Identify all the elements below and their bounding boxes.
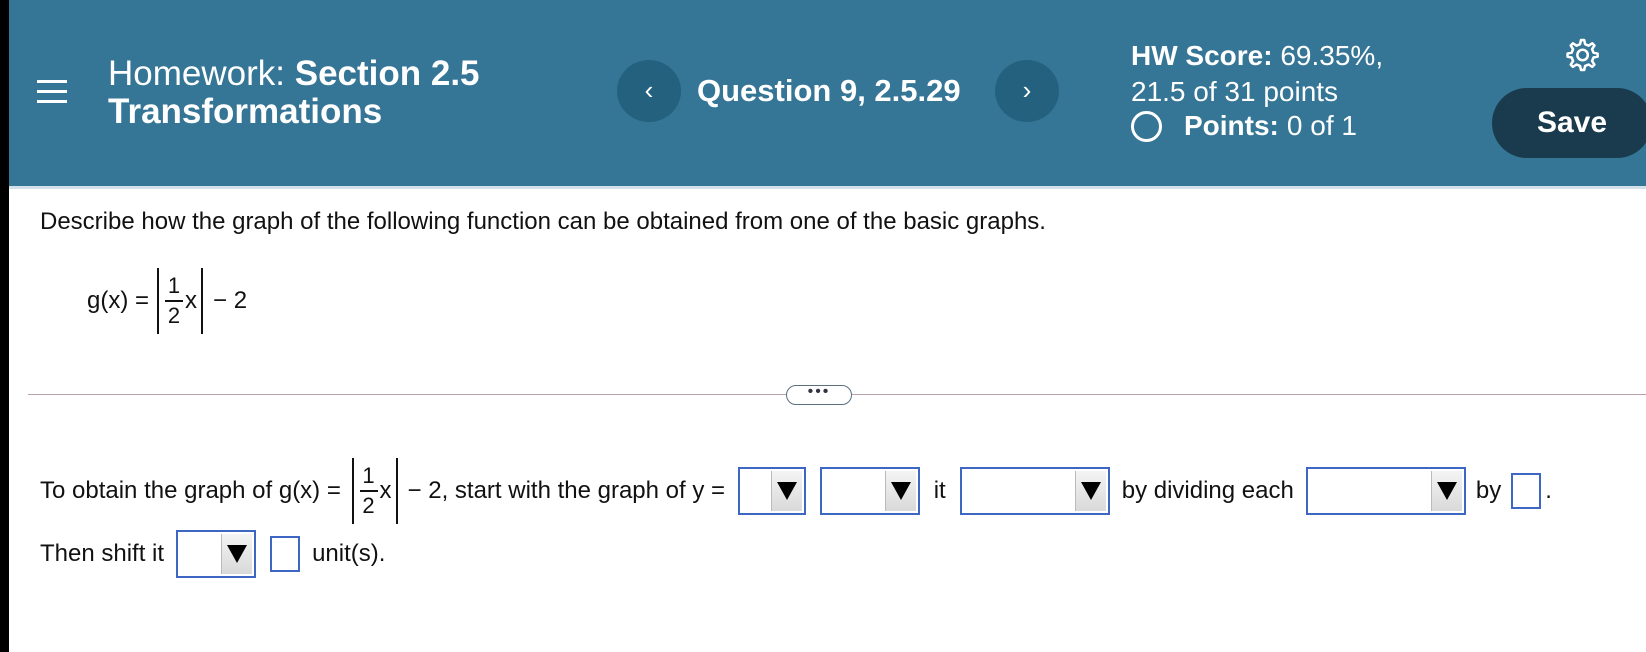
fraction: 1 2 bbox=[359, 463, 378, 518]
points-status: Points: 0 of 1 bbox=[1131, 110, 1357, 142]
next-question-button[interactable]: › bbox=[995, 60, 1059, 122]
dropdown-arrow-icon bbox=[1074, 471, 1106, 511]
points-value: 0 of 1 bbox=[1286, 110, 1357, 141]
score-value: 69.35%, bbox=[1280, 40, 1384, 71]
word-by-dividing: by dividing each bbox=[1121, 477, 1294, 504]
points-label: Points: bbox=[1184, 110, 1279, 141]
row2-tail: unit(s). bbox=[312, 540, 386, 567]
left-edge-bar bbox=[0, 0, 9, 652]
abs-bar-right bbox=[395, 458, 398, 524]
hw-score: HW Score: 69.35%, 21.5 of 31 points bbox=[1131, 38, 1383, 110]
fraction: 1 2 bbox=[165, 273, 184, 328]
empty-circle-icon bbox=[1131, 110, 1162, 142]
header-divider bbox=[9, 186, 1646, 189]
basic-graph-dropdown[interactable] bbox=[737, 467, 806, 515]
dropdown-arrow-icon bbox=[770, 471, 802, 511]
row2-lead: Then shift it bbox=[40, 540, 165, 567]
fraction-line bbox=[359, 490, 378, 492]
expand-ellipsis-button[interactable]: ••• bbox=[786, 384, 852, 405]
answer-lead: To obtain the graph of g(x) = bbox=[40, 477, 348, 504]
abs-bar-right bbox=[201, 268, 204, 334]
period: . bbox=[1545, 477, 1552, 504]
answer-row-1: To obtain the graph of g(x) = 1 2 x − 2,… bbox=[40, 458, 1552, 524]
transform-type-dropdown[interactable] bbox=[819, 467, 920, 515]
shift-direction-dropdown[interactable] bbox=[176, 530, 257, 578]
dropdown-arrow-icon bbox=[221, 534, 253, 574]
fraction-denominator: 2 bbox=[167, 303, 181, 328]
fraction-numerator: 1 bbox=[362, 463, 375, 488]
coordinate-dropdown[interactable] bbox=[1305, 467, 1466, 515]
function-expression: g(x) = 1 2 x − 2 bbox=[87, 268, 247, 334]
answer-variable: x bbox=[379, 477, 392, 504]
prev-question-button[interactable]: ‹ bbox=[617, 60, 681, 122]
homework-section: Section 2.5 bbox=[294, 54, 480, 93]
dropdown-arrow-icon bbox=[1430, 471, 1462, 511]
divisor-input[interactable] bbox=[1511, 473, 1542, 509]
function-variable: x bbox=[185, 287, 198, 314]
abs-bar-left bbox=[351, 458, 354, 524]
score-points: 21.5 of 31 points bbox=[1131, 76, 1339, 107]
answer-row-2: Then shift it unit(s). bbox=[40, 530, 385, 578]
function-lhs: g(x) = bbox=[87, 287, 150, 314]
dropdown-arrow-icon bbox=[884, 471, 916, 511]
gear-icon[interactable] bbox=[1562, 36, 1600, 74]
hamburger-menu-icon[interactable] bbox=[37, 80, 67, 104]
word-by: by bbox=[1475, 477, 1502, 504]
fraction-numerator: 1 bbox=[167, 273, 181, 298]
word-it: it bbox=[933, 477, 946, 504]
homework-prefix: Homework: bbox=[108, 54, 285, 93]
homework-topic: Transformations bbox=[108, 92, 383, 131]
answer-after-fn: − 2, start with the graph of y = bbox=[407, 477, 732, 504]
question-label: Question 9, 2.5.29 bbox=[697, 73, 961, 108]
fraction-denominator: 2 bbox=[362, 493, 375, 518]
homework-title: Homework: Section 2.5 Transformations bbox=[108, 55, 480, 131]
function-tail: − 2 bbox=[213, 287, 248, 314]
abs-bar-left bbox=[157, 268, 160, 334]
question-instruction: Describe how the graph of the following … bbox=[40, 208, 1046, 235]
save-button[interactable]: Save bbox=[1492, 88, 1646, 158]
fraction-line bbox=[165, 300, 184, 302]
direction-dropdown[interactable] bbox=[959, 467, 1110, 515]
score-label: HW Score: bbox=[1131, 40, 1273, 71]
shift-amount-input[interactable] bbox=[270, 536, 301, 572]
